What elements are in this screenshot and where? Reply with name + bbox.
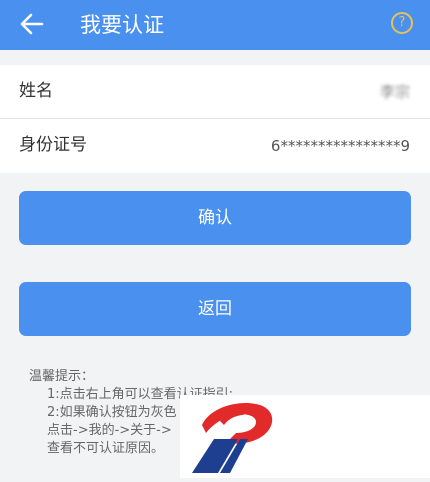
back-button[interactable]	[18, 12, 46, 36]
help-button[interactable]: ?	[391, 12, 413, 34]
watermark-logo-icon	[192, 403, 273, 473]
arrow-left-icon	[20, 13, 44, 35]
name-row: 姓名 李宗	[0, 65, 430, 119]
return-button[interactable]: 返回	[19, 282, 411, 336]
page-title: 我要认证	[80, 13, 164, 37]
watermark-logo	[180, 395, 430, 478]
app-header: 我要认证 ?	[0, 0, 430, 50]
id-number-value: 6****************9	[270, 137, 410, 155]
tips-title: 温馨提示：	[29, 369, 95, 384]
question-circle-icon: ?	[398, 15, 406, 30]
confirm-button[interactable]: 确认	[19, 191, 411, 245]
id-number-label: 身份证号	[19, 135, 87, 155]
name-value: 李宗	[379, 83, 410, 101]
id-number-row: 身份证号 6****************9	[0, 119, 430, 173]
name-label: 姓名	[19, 81, 53, 101]
